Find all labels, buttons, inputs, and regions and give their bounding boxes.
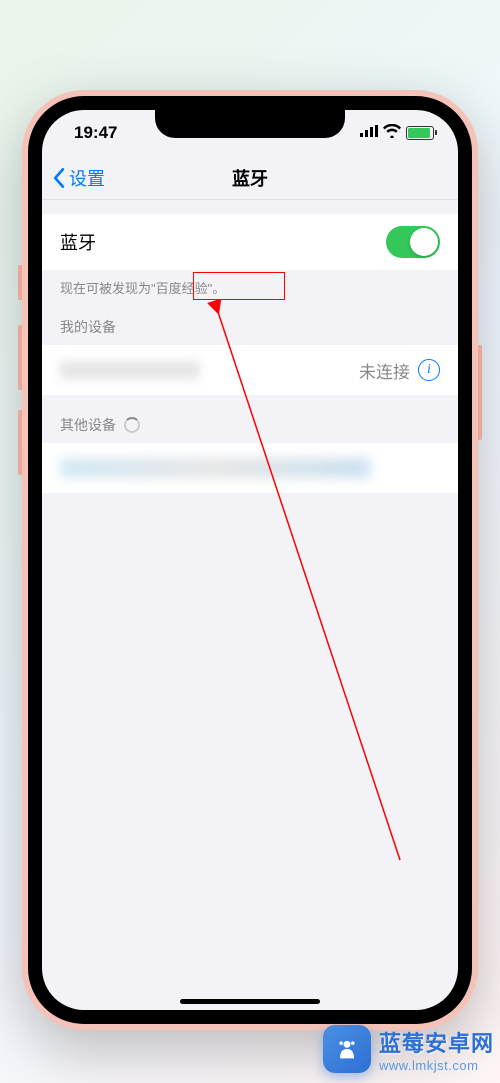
notch: [155, 110, 345, 138]
status-time: 19:47: [74, 123, 117, 143]
volume-up-button: [18, 325, 22, 390]
other-device-row[interactable]: [42, 443, 458, 493]
screen: 19:47 设置 蓝牙: [42, 110, 458, 1010]
mute-switch: [18, 265, 22, 300]
device-status: 未连接: [359, 358, 410, 383]
spinner-icon: [124, 417, 140, 433]
home-indicator[interactable]: [180, 999, 320, 1004]
back-button[interactable]: 设置: [42, 165, 105, 191]
chevron-left-icon: [52, 167, 65, 189]
bluetooth-toggle-row: 蓝牙: [42, 214, 458, 270]
other-device-name-blurred: [60, 458, 370, 478]
phone-bezel: 19:47 设置 蓝牙: [28, 96, 472, 1024]
back-label: 设置: [69, 165, 105, 191]
bluetooth-label: 蓝牙: [60, 229, 96, 255]
wifi-icon: [383, 123, 401, 143]
power-button: [478, 345, 482, 440]
signal-icon: [360, 123, 378, 143]
phone-frame: 19:47 设置 蓝牙: [22, 90, 478, 1030]
other-devices-header: 其他设备: [42, 395, 458, 443]
my-devices-header: 我的设备: [42, 297, 458, 345]
bluetooth-toggle[interactable]: [386, 226, 440, 258]
nav-bar: 设置 蓝牙: [42, 156, 458, 200]
watermark-url: www.lmkjst.com: [379, 1058, 494, 1073]
device-name-blurred: [60, 361, 200, 379]
page-title: 蓝牙: [232, 165, 268, 191]
watermark: 蓝莓安卓网 www.lmkjst.com: [323, 1025, 494, 1073]
discoverable-hint: 现在可被发现为"百度经验"。: [42, 270, 458, 297]
device-row[interactable]: 未连接 i: [42, 345, 458, 395]
info-icon[interactable]: i: [418, 359, 440, 381]
watermark-logo-icon: [323, 1025, 371, 1073]
battery-icon: [406, 126, 434, 140]
watermark-title: 蓝莓安卓网: [379, 1026, 494, 1058]
volume-down-button: [18, 410, 22, 475]
